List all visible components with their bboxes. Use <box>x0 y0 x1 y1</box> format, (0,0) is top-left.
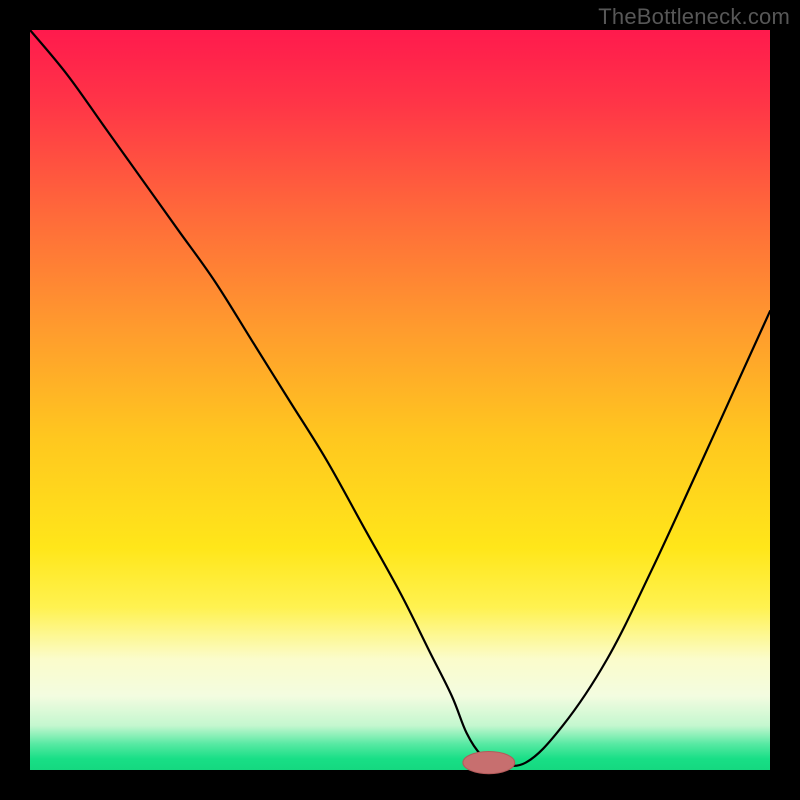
plot-background <box>30 30 770 770</box>
chart-frame: TheBottleneck.com <box>0 0 800 800</box>
watermark-text: TheBottleneck.com <box>598 4 790 30</box>
optimal-point-marker <box>463 752 515 774</box>
bottleneck-chart <box>0 0 800 800</box>
